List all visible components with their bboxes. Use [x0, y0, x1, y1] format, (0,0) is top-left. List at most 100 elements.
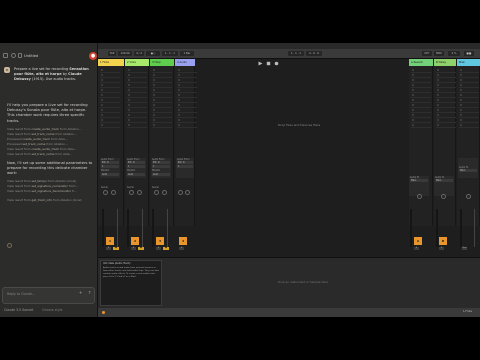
track-header-return-a[interactable]: A Reverb — [409, 59, 433, 66]
clip-launch-icon[interactable] — [437, 79, 439, 81]
clip-slot[interactable] — [177, 74, 197, 78]
clip-launch-icon[interactable] — [178, 124, 180, 126]
clip-launch-icon[interactable] — [460, 124, 462, 126]
send-b-knob[interactable] — [185, 190, 190, 195]
clip-slot[interactable] — [411, 109, 431, 113]
folder-icon[interactable] — [18, 53, 22, 58]
output-selector[interactable]: Main — [435, 179, 453, 182]
record-button-icon[interactable] — [274, 51, 279, 66]
track-header-3[interactable]: 3 Harp — [150, 59, 174, 66]
clip-slot[interactable] — [411, 124, 431, 128]
clip-slot[interactable] — [177, 84, 197, 88]
clip-launch-icon[interactable] — [412, 114, 414, 116]
clip-slot[interactable] — [177, 104, 197, 108]
clip-slot[interactable] — [436, 114, 456, 118]
clip-slot[interactable] — [411, 79, 431, 83]
clip-slot[interactable] — [152, 114, 172, 118]
clip-launch-icon[interactable] — [153, 89, 155, 91]
clip-launch-icon[interactable] — [101, 79, 103, 81]
clip-slot[interactable] — [436, 79, 456, 83]
clip-slot[interactable] — [152, 94, 172, 98]
send-b-knob[interactable] — [111, 190, 116, 195]
clip-launch-icon[interactable] — [153, 104, 155, 106]
clip-slot[interactable] — [100, 94, 120, 98]
clip-launch-icon[interactable] — [101, 74, 103, 76]
clip-slot[interactable] — [127, 89, 147, 93]
clip-slot[interactable] — [411, 94, 431, 98]
solo-button[interactable]: S — [179, 247, 184, 250]
main-volume-fader[interactable] — [474, 209, 475, 247]
clip-slot[interactable] — [411, 119, 431, 123]
clip-launch-icon[interactable] — [460, 99, 462, 101]
clip-launch-icon[interactable] — [412, 79, 414, 81]
clip-launch-icon[interactable] — [153, 99, 155, 101]
loop-end-field[interactable]: 4 . 0 . 0 — [306, 51, 322, 56]
clip-slot[interactable] — [411, 84, 431, 88]
clip-launch-icon[interactable] — [460, 89, 462, 91]
clip-slot[interactable] — [411, 114, 431, 118]
clip-slot[interactable] — [127, 74, 147, 78]
clip-slot[interactable] — [127, 124, 147, 128]
clip-slot[interactable] — [436, 69, 456, 73]
clip-launch-icon[interactable] — [128, 109, 130, 111]
clip-slot[interactable] — [436, 124, 456, 128]
clip-slot[interactable] — [100, 124, 120, 128]
input-channel-selector[interactable]: 1 — [177, 165, 193, 168]
track-header-main[interactable]: Main — [457, 59, 480, 66]
clip-slot[interactable] — [459, 74, 479, 78]
clip-launch-icon[interactable] — [437, 84, 439, 86]
chat-input[interactable]: Reply to Claude... + ↑ — [2, 287, 95, 304]
input-type-selector[interactable]: Ext. In — [152, 161, 170, 164]
clip-launch-icon[interactable] — [412, 104, 414, 106]
send-a-knob[interactable] — [103, 190, 108, 195]
clip-launch-icon[interactable] — [128, 104, 130, 106]
clip-launch-icon[interactable] — [101, 124, 103, 126]
clip-launch-icon[interactable] — [412, 109, 414, 111]
clip-slot[interactable] — [152, 119, 172, 123]
track-activator-4[interactable]: 4 — [179, 237, 187, 245]
clip-launch-icon[interactable] — [460, 119, 462, 121]
clip-launch-icon[interactable] — [412, 84, 414, 86]
solo-button[interactable]: S — [439, 247, 444, 250]
clip-launch-icon[interactable] — [412, 89, 414, 91]
clip-launch-icon[interactable] — [153, 79, 155, 81]
output-selector[interactable]: Main — [459, 169, 477, 172]
monitor-selector[interactable]: Auto — [101, 173, 119, 176]
input-channel-selector[interactable]: 1 — [152, 165, 170, 168]
track-header-1[interactable]: 1 Flute — [98, 59, 124, 66]
midi-map-button[interactable]: MIDI — [434, 51, 444, 56]
clip-slot[interactable] — [127, 84, 147, 88]
clip-slot[interactable] — [127, 104, 147, 108]
clip-launch-icon[interactable] — [153, 84, 155, 86]
clip-launch-icon[interactable] — [128, 69, 130, 71]
clip-launch-icon[interactable] — [437, 69, 439, 71]
clip-launch-icon[interactable] — [128, 119, 130, 121]
clip-launch-icon[interactable] — [437, 124, 439, 126]
clip-launch-icon[interactable] — [460, 74, 462, 76]
clip-slot[interactable] — [177, 89, 197, 93]
clip-slot[interactable] — [152, 109, 172, 113]
clip-slot[interactable] — [411, 74, 431, 78]
clip-slot[interactable] — [177, 79, 197, 83]
clip-launch-icon[interactable] — [460, 84, 462, 86]
clip-launch-icon[interactable] — [178, 89, 180, 91]
clip-slot[interactable] — [177, 99, 197, 103]
track-activator-1[interactable]: 1 — [106, 237, 114, 245]
tool-call[interactable]: View result from get_track_info from Abl… — [7, 198, 93, 203]
input-channel-selector[interactable]: 1 — [101, 165, 119, 168]
clip-slot[interactable] — [152, 124, 172, 128]
solo-button[interactable]: S — [131, 247, 136, 250]
clip-launch-icon[interactable] — [437, 104, 439, 106]
track-header-4[interactable]: 4 Audio — [175, 59, 195, 66]
clip-launch-icon[interactable] — [101, 89, 103, 91]
clip-slot[interactable] — [459, 84, 479, 88]
clip-launch-icon[interactable] — [412, 124, 414, 126]
clip-slot[interactable] — [100, 114, 120, 118]
clip-launch-icon[interactable] — [178, 74, 180, 76]
send-a-knob[interactable] — [129, 190, 134, 195]
clip-slot[interactable] — [177, 94, 197, 98]
clip-slot[interactable] — [127, 119, 147, 123]
arm-button[interactable]: ● — [113, 247, 119, 250]
send-b-knob[interactable] — [137, 190, 142, 195]
clip-launch-icon[interactable] — [460, 104, 462, 106]
